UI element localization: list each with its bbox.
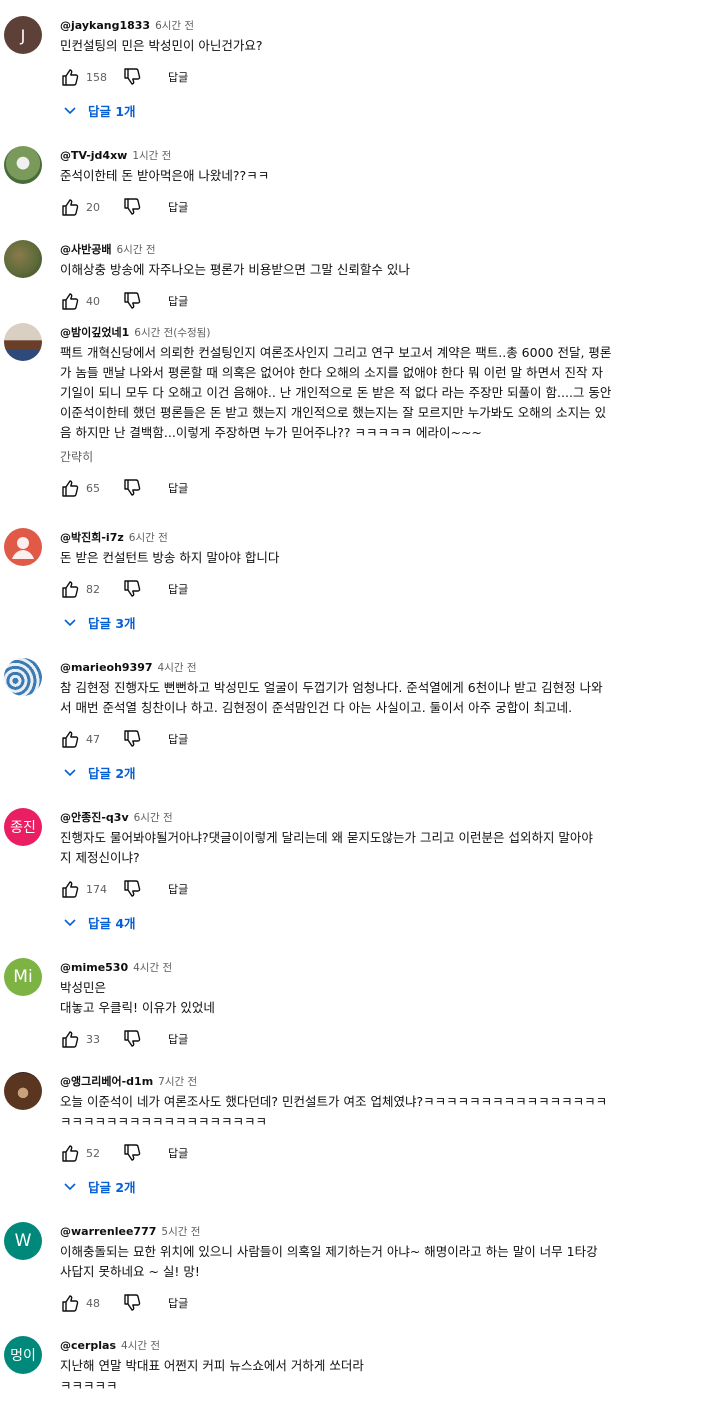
comment-text: 이해상충 방송에 자주나오는 평론가 비용받으면 그말 신뢰할수 있나	[60, 262, 410, 277]
like-icon[interactable]	[60, 197, 80, 217]
replies-toggle[interactable]: 답글 2개	[62, 1175, 136, 1197]
comment-time[interactable]: 4시간 전	[121, 1340, 160, 1352]
like-count: 47	[86, 732, 100, 746]
comment-text: 민컨설팅의 민은 박성민이 아닌건가요?	[60, 38, 263, 53]
dislike-icon[interactable]	[122, 67, 142, 87]
dislike-icon[interactable]	[122, 1029, 142, 1049]
comment-text: 준석이한테 돈 받아먹은애 나왔네??ㅋㅋ	[60, 168, 270, 183]
comment-text: 팩트 개혁신당에서 의뢰한 컨설팅인지 여론조사인지 그리고 연구 보고서 계약…	[60, 345, 612, 440]
avatar[interactable]	[4, 658, 42, 696]
replies-toggle[interactable]: 답글 1개	[62, 99, 136, 121]
dislike-icon[interactable]	[122, 879, 142, 899]
like-icon[interactable]	[60, 879, 80, 899]
like-icon[interactable]	[60, 1029, 80, 1049]
like-icon[interactable]	[60, 1293, 80, 1313]
comment-author[interactable]: @warrenlee777	[60, 1225, 156, 1238]
comment-author[interactable]: @cerplas	[60, 1339, 116, 1352]
reply-button[interactable]: 답글	[168, 581, 188, 597]
comment-time[interactable]: 4시간 전	[133, 962, 172, 974]
comment-text: 돈 받은 컨설턴트 방송 하지 말아야 합니다	[60, 550, 280, 565]
comment-time[interactable]: 4시간 전	[158, 662, 197, 674]
reply-button[interactable]: 답글	[168, 1031, 188, 1047]
reply-button[interactable]: 답글	[168, 1295, 188, 1311]
replies-toggle[interactable]: 답글 3개	[62, 611, 136, 633]
comment-author[interactable]: @사반공배	[60, 243, 111, 256]
avatar[interactable]	[4, 240, 42, 278]
avatar[interactable]	[4, 1072, 42, 1110]
comment-text: 참 김현정 진행자도 뻔뻔하고 박성민도 얼굴이 두껍기가 엄청나다. 준석열에…	[60, 680, 603, 715]
comment-author[interactable]: @jaykang1833	[60, 19, 150, 32]
dislike-icon[interactable]	[122, 291, 142, 311]
avatar[interactable]: 종진	[4, 808, 42, 846]
like-icon[interactable]	[60, 579, 80, 599]
like-count: 33	[86, 1032, 100, 1046]
comment-author[interactable]: @앵그리베어-d1m	[60, 1075, 153, 1088]
chevron-down-icon	[64, 619, 76, 627]
dislike-icon[interactable]	[122, 478, 142, 498]
like-count: 20	[86, 200, 100, 214]
avatar[interactable]: W	[4, 1222, 42, 1260]
replies-toggle[interactable]: 답글 2개	[62, 761, 136, 783]
like-icon[interactable]	[60, 478, 80, 498]
comment-time[interactable]: 1시간 전	[132, 150, 171, 162]
reply-button[interactable]: 답글	[168, 881, 188, 897]
like-count: 82	[86, 582, 100, 596]
reply-button[interactable]: 답글	[168, 69, 188, 85]
avatar[interactable]	[4, 528, 42, 566]
comment-text: 박성민은 대놓고 우클릭! 이유가 있었네	[60, 980, 215, 1015]
chevron-down-icon	[64, 769, 76, 777]
chevron-down-icon	[64, 919, 76, 927]
reply-button[interactable]: 답글	[168, 731, 188, 747]
avatar[interactable]: 멍이	[4, 1336, 42, 1374]
dislike-icon[interactable]	[122, 579, 142, 599]
like-icon[interactable]	[60, 67, 80, 87]
chevron-down-icon	[64, 1183, 76, 1191]
dislike-icon[interactable]	[122, 1293, 142, 1313]
comment-text: 지난해 연말 박대표 어쩐지 커피 뉴스쇼에서 거하게 쏘더라 ㅋㅋㅋㅋㅋ	[60, 1358, 364, 1393]
comment-author[interactable]: @marieoh9397	[60, 661, 153, 674]
comment-author[interactable]: @TV-jd4xw	[60, 149, 127, 162]
default-user-icon	[12, 537, 34, 559]
dislike-icon[interactable]	[122, 197, 142, 217]
replies-toggle[interactable]: 답글 4개	[62, 911, 136, 933]
comment-author[interactable]: @mime530	[60, 961, 128, 974]
read-less-button[interactable]: 간략히	[60, 448, 93, 465]
like-count: 48	[86, 1296, 100, 1310]
avatar[interactable]: J	[4, 16, 42, 54]
reply-button[interactable]: 답글	[168, 293, 188, 309]
comment-time[interactable]: 6시간 전	[116, 244, 155, 256]
chevron-down-icon	[64, 107, 76, 115]
reply-button[interactable]: 답글	[168, 199, 188, 215]
like-count: 40	[86, 294, 100, 308]
like-count: 174	[86, 882, 107, 896]
reply-button[interactable]: 답글	[168, 1145, 188, 1161]
like-icon[interactable]	[60, 729, 80, 749]
avatar[interactable]: Mi	[4, 958, 42, 996]
like-count: 52	[86, 1146, 100, 1160]
comment-text: 이해충돌되는 묘한 위치에 있으니 사람들이 의혹일 제기하는거 아냐~ 해명이…	[60, 1244, 598, 1279]
avatar[interactable]	[4, 146, 42, 184]
like-icon[interactable]	[60, 291, 80, 311]
avatar[interactable]	[4, 323, 42, 361]
comment-time[interactable]: 5시간 전	[161, 1226, 200, 1238]
comment-author[interactable]: @안종진-q3v	[60, 811, 129, 824]
comment-time[interactable]: 6시간 전(수정됨)	[134, 327, 210, 339]
like-count: 65	[86, 481, 100, 495]
dislike-icon[interactable]	[122, 729, 142, 749]
comment-time[interactable]: 6시간 전	[155, 20, 194, 32]
comment-time[interactable]: 6시간 전	[134, 812, 173, 824]
like-count: 158	[86, 70, 107, 84]
reply-button[interactable]: 답글	[168, 480, 188, 496]
dislike-icon[interactable]	[122, 1143, 142, 1163]
comment-text: 진행자도 물어봐야될거아냐?댓글이이렇게 달리는데 왜 묻지도않는가 그리고 이…	[60, 830, 593, 865]
comment-author[interactable]: @밤이깊었네1	[60, 326, 129, 339]
comment-time[interactable]: 7시간 전	[158, 1076, 197, 1088]
comment-text: 오늘 이준석이 네가 여론조사도 했다던데? 민컨설트가 여조 업체였냐?ㅋㅋㅋ…	[60, 1094, 608, 1129]
comment-time[interactable]: 6시간 전	[129, 532, 168, 544]
comment-author[interactable]: @박진희-i7z	[60, 531, 124, 544]
like-icon[interactable]	[60, 1143, 80, 1163]
